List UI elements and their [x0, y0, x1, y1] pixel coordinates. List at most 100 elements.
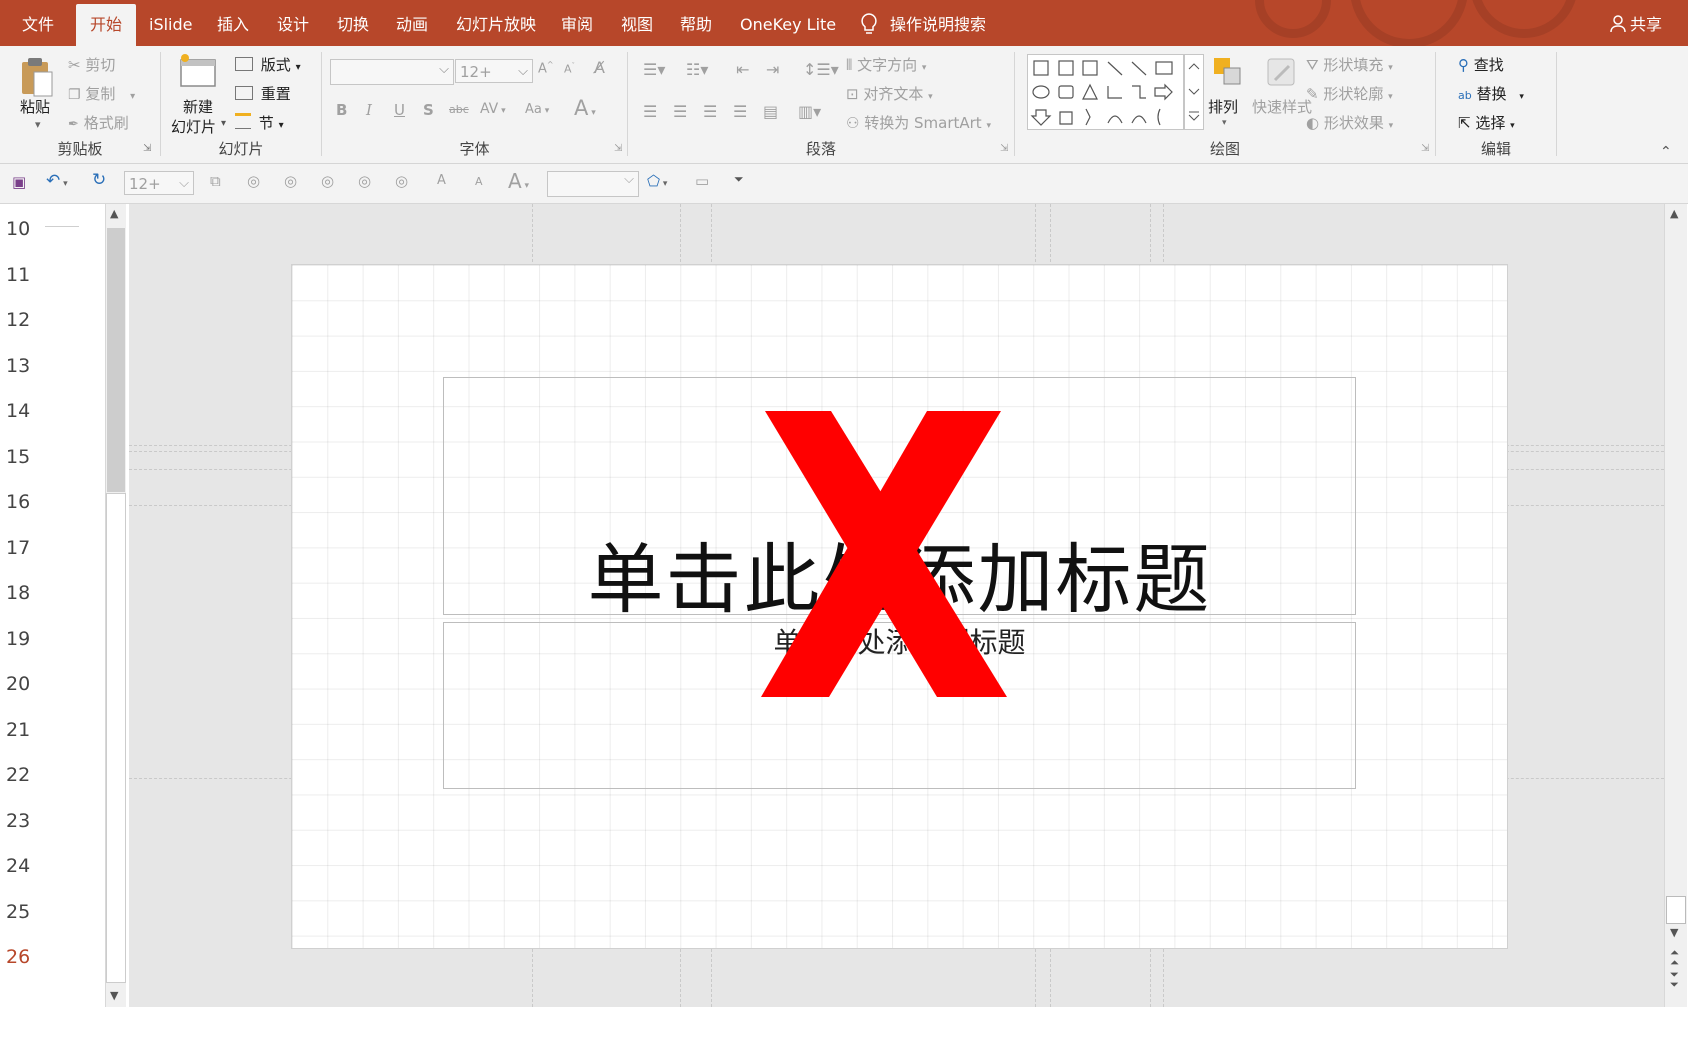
qat-font-size-dropdown[interactable]: 12+ ⌵ [124, 171, 194, 195]
align-center-icon[interactable]: ☰ [673, 102, 687, 121]
combine-icon[interactable]: ◎ [321, 172, 334, 190]
tab-view[interactable]: 视图 [621, 0, 653, 46]
shape-fill-icon[interactable]: ⬠ ▾ [647, 172, 667, 190]
right-scrollbar[interactable]: ▲ ▼ ⏶ ⏶ ⏷ ⏷ [1664, 204, 1687, 1007]
redo-icon[interactable]: ↻ [92, 170, 106, 190]
tab-design[interactable]: 设计 [277, 0, 309, 46]
bullets-icon[interactable]: ☰▾ [643, 60, 665, 79]
new-slide-label-2[interactable]: 幻灯片 [171, 116, 216, 137]
textbox-icon[interactable]: ▭ [695, 172, 709, 190]
decrease-font-button[interactable]: Aˇ [564, 62, 575, 76]
fragment-icon[interactable]: ◎ [358, 172, 371, 190]
arrange-button[interactable] [1210, 54, 1244, 92]
dialog-launcher-icon[interactable]: ⇲ [1421, 143, 1429, 154]
tab-slideshow[interactable]: 幻灯片放映 [456, 0, 536, 46]
text-direction-button[interactable]: ⫴ 文字方向 ▾ [846, 54, 926, 75]
share-button[interactable]: 共享 [1610, 0, 1662, 46]
scroll-down-icon[interactable]: ▼ [1670, 926, 1678, 939]
group-shapes-icon[interactable]: ⧉ [210, 172, 221, 190]
scroll-thumb[interactable] [1666, 896, 1686, 924]
line-spacing-icon[interactable]: ↕☰▾ [803, 60, 839, 79]
slide[interactable]: 单击此处添加标题 单击此处添加副标题 [291, 264, 1508, 949]
tab-file[interactable]: 文件 [22, 0, 54, 46]
reset-button[interactable]: 重置 [235, 83, 291, 104]
copy-button[interactable]: ❐ 复制 ▾ [68, 83, 135, 104]
dialog-launcher-icon[interactable]: ⇲ [143, 143, 151, 154]
qat-font-name-dropdown[interactable]: ⌵ [547, 171, 639, 197]
shape-effects-button[interactable]: ◐ 形状效果 ▾ [1306, 112, 1393, 133]
save-icon[interactable]: ▣ [12, 173, 26, 191]
chevron-down-icon[interactable]: ▾ [1222, 118, 1227, 128]
font-size-dropdown[interactable]: 12+ ⌵ [455, 59, 533, 83]
previous-slide-icon[interactable]: ⏶ ⏶ [1670, 947, 1679, 968]
increase-font-icon[interactable]: A [437, 173, 446, 188]
decrease-indent-icon[interactable]: ⇤ [736, 60, 749, 79]
quick-styles-label[interactable]: 快速样式 [1252, 96, 1312, 117]
italic-button[interactable]: I [366, 101, 372, 119]
align-left-icon[interactable]: ☰ [643, 102, 657, 121]
tell-me-search[interactable]: 操作说明搜索 [860, 0, 986, 46]
font-color-button[interactable]: A ▾ [574, 96, 596, 120]
merge-shapes-icon[interactable]: ◎ [247, 172, 260, 190]
union-icon[interactable]: ◎ [284, 172, 297, 190]
font-name-dropdown[interactable]: ⌵ [330, 59, 454, 85]
tab-islide[interactable]: iSlide [149, 0, 193, 46]
numbering-icon[interactable]: ☷▾ [686, 60, 708, 79]
find-button[interactable]: ⚲ 查找 [1458, 54, 1504, 75]
align-right-icon[interactable]: ☰ [703, 102, 717, 121]
paste-label[interactable]: 粘贴 [20, 96, 50, 117]
change-case-button[interactable]: Aa ▾ [525, 102, 549, 117]
undo-icon[interactable]: ↶ ▾ [46, 171, 68, 191]
increase-indent-icon[interactable]: ⇥ [766, 60, 779, 79]
shapes-gallery-scroll[interactable] [1184, 54, 1204, 130]
font-color-icon[interactable]: A ▾ [508, 169, 529, 193]
shape-outline-button[interactable]: ✎ 形状轮廓 ▾ [1306, 83, 1393, 104]
decrease-font-icon[interactable]: A [475, 175, 483, 188]
tab-insert[interactable]: 插入 [217, 0, 249, 46]
dialog-launcher-icon[interactable]: ⇲ [614, 143, 622, 154]
left-scrollbar[interactable]: ▲ ▼ [105, 204, 126, 1007]
tab-home[interactable]: 开始 [76, 4, 137, 46]
shape-fill-button[interactable]: ⛛ 形状填充 ▾ [1306, 54, 1393, 75]
clear-format-icon[interactable]: A̸ [594, 58, 605, 77]
chevron-down-icon[interactable]: ▾ [221, 118, 226, 129]
dialog-launcher-icon[interactable]: ⇲ [1000, 143, 1008, 154]
collapse-ribbon-icon[interactable]: ⌃ [1660, 144, 1672, 160]
columns-icon[interactable]: ▥▾ [798, 102, 821, 121]
tab-transitions[interactable]: 切换 [337, 0, 369, 46]
arrange-label[interactable]: 排列 [1208, 96, 1238, 117]
char-spacing-button[interactable]: AV ▾ [480, 101, 506, 117]
justify-icon[interactable]: ☰ [733, 102, 747, 121]
distribute-icon[interactable]: ▤ [763, 102, 778, 121]
quick-styles-button[interactable] [1265, 56, 1299, 94]
scroll-down-icon[interactable]: ▼ [110, 989, 118, 1002]
scroll-up-icon[interactable]: ▲ [110, 207, 118, 220]
scroll-up-icon[interactable]: ▲ [1670, 207, 1678, 220]
scroll-thumb[interactable] [107, 228, 125, 492]
section-button[interactable]: 节 ▾ [235, 112, 284, 133]
next-slide-icon[interactable]: ⏷ ⏷ [1670, 969, 1679, 990]
tab-onekey[interactable]: OneKey Lite [740, 0, 836, 46]
new-slide-button[interactable] [179, 54, 217, 94]
align-text-button[interactable]: ⊡ 对齐文本 ▾ [846, 83, 933, 104]
select-button[interactable]: ⇱ 选择 ▾ [1458, 112, 1515, 133]
shapes-gallery[interactable] [1027, 54, 1184, 130]
tab-help[interactable]: 帮助 [680, 0, 712, 46]
increase-font-button[interactable]: A^ [538, 60, 554, 76]
new-slide-label-1[interactable]: 新建 [183, 96, 213, 117]
strikethrough-button[interactable]: abc [449, 103, 469, 116]
customize-qat-icon[interactable]: ⏷ [734, 172, 744, 187]
cut-button[interactable]: ✂ 剪切 [68, 54, 115, 75]
format-painter-button[interactable]: ✒ 格式刷 [68, 112, 129, 133]
smartart-button[interactable]: ⚇ 转换为 SmartArt ▾ [846, 112, 991, 133]
paste-dropdown-icon[interactable]: ▾ [35, 118, 41, 131]
bold-button[interactable]: B [336, 101, 347, 119]
line-number: 13 [6, 354, 31, 377]
intersect-icon[interactable]: ◎ [395, 172, 408, 190]
underline-button[interactable]: U [394, 101, 405, 119]
tab-review[interactable]: 审阅 [561, 0, 593, 46]
tab-animations[interactable]: 动画 [396, 0, 428, 46]
layout-button[interactable]: 版式 ▾ [235, 54, 301, 75]
replace-button[interactable]: ab 替换 ▾ [1458, 83, 1524, 104]
text-shadow-button[interactable]: S [423, 101, 434, 119]
